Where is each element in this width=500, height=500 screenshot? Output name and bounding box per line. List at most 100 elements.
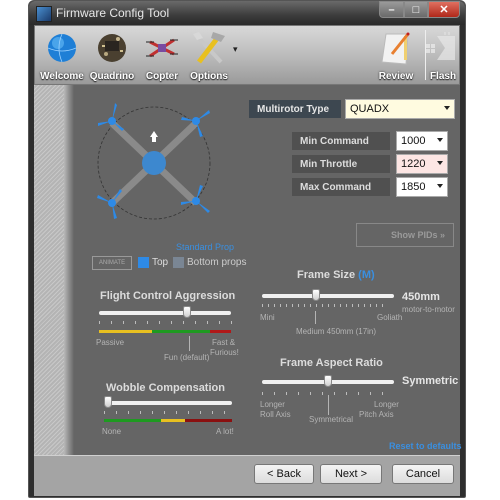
aspect-ratio-left-label-2: Roll Axis: [260, 410, 291, 419]
frame-size-title: Frame Size (M): [297, 269, 375, 281]
window-title: Firmware Config Tool: [56, 6, 170, 20]
toolbar-quadrino[interactable]: Quadrino: [87, 26, 137, 84]
frame-size-unit-link[interactable]: (M): [358, 269, 375, 281]
wobble-track[interactable]: [104, 401, 232, 405]
toolbar-label: Welcome: [40, 71, 84, 82]
frame-size-ticks: [262, 304, 388, 307]
toolbar-copter[interactable]: Copter: [139, 26, 185, 84]
main-panel: Standard Prop ANIMATE Top Bottom props M…: [34, 85, 462, 455]
min-throttle-label: Min Throttle: [292, 155, 390, 173]
back-button[interactable]: < Back: [254, 464, 314, 484]
toolbar-label: Flash: [429, 71, 457, 82]
show-pids-button[interactable]: Show PIDs »: [356, 223, 454, 247]
notepad-pencil-icon: [381, 32, 410, 65]
aspect-ratio-default-marker: [328, 395, 329, 415]
toolbar-welcome[interactable]: Welcome: [39, 26, 85, 84]
scale-red: [185, 419, 232, 422]
max-command-label: Max Command: [292, 178, 390, 196]
bottom-props-label: Bottom props: [187, 257, 247, 268]
min-command-select[interactable]: 1000: [396, 131, 448, 151]
app-icon: [36, 6, 52, 22]
flight-control-default-label: Fun (default): [164, 353, 210, 362]
top-props-swatch: [138, 257, 149, 268]
wobble-min-label: None: [102, 427, 122, 436]
scale-yellow: [99, 330, 152, 333]
frame-size-min-label: Mini: [260, 313, 275, 322]
frame-size-default-label: Medium 450mm (17in): [296, 327, 377, 336]
chevron-down-icon: [444, 106, 450, 110]
default-marker: [189, 336, 190, 351]
aspect-ratio-ticks: [262, 392, 392, 395]
wobble-ticks: [104, 411, 232, 414]
wizard-toolbar: Welcome Quadrino Copter Options ▾ Review…: [34, 25, 460, 85]
multirotor-type-select[interactable]: QUADX: [345, 99, 455, 119]
toolbar-options[interactable]: Options: [185, 26, 233, 84]
max-command-value: 1850: [401, 181, 426, 193]
top-props-label: Top: [152, 257, 169, 268]
aspect-ratio-left-label-1: Longer: [260, 400, 285, 409]
min-throttle-select[interactable]: 1220: [396, 154, 448, 174]
chevron-down-icon: [437, 161, 443, 165]
min-throttle-value: 1220: [401, 158, 426, 170]
scale-green: [152, 330, 210, 333]
reset-defaults-link[interactable]: Reset to defaults: [389, 441, 462, 451]
frame-size-max-label: Goliath: [377, 313, 403, 322]
frame-size-default-marker: [315, 311, 316, 324]
wobble-slider-thumb[interactable]: [104, 396, 112, 408]
aspect-ratio-middle-label: Symmetrical: [309, 415, 354, 424]
prop-type-link[interactable]: Standard Prop: [176, 242, 234, 252]
multirotor-type-label: Multirotor Type: [249, 100, 341, 118]
toolbar-flash[interactable]: Flash: [426, 26, 459, 84]
next-button[interactable]: Next >: [320, 464, 382, 484]
aspect-ratio-right-label-2: Pitch Axis: [359, 410, 394, 419]
chevron-down-icon: [437, 184, 443, 188]
front-arrow-icon: [150, 131, 158, 142]
maximize-button[interactable]: □: [404, 1, 428, 18]
chevron-down-icon: [437, 138, 443, 142]
aspect-ratio-value: Symmetric: [402, 375, 459, 387]
cancel-button[interactable]: Cancel: [392, 464, 454, 484]
close-icon: ✕: [439, 4, 449, 16]
toolbar-label: Options: [190, 71, 228, 82]
globe-icon: [47, 33, 77, 63]
minimize-icon: –: [388, 3, 395, 16]
max-command-select[interactable]: 1850: [396, 177, 448, 197]
flight-control-max-label-1: Fast &: [212, 338, 236, 347]
options-dropdown-icon[interactable]: ▾: [233, 44, 238, 55]
bottom-props-swatch: [173, 257, 184, 268]
flight-control-slider-thumb[interactable]: [183, 306, 192, 318]
flight-control-title: Flight Control Aggression: [100, 290, 236, 302]
wizard-footer: < Back Next > Cancel: [34, 455, 460, 496]
minimize-button[interactable]: –: [379, 1, 404, 18]
flight-control-track[interactable]: [99, 311, 231, 315]
maximize-icon: □: [412, 3, 420, 16]
quad-body: [142, 151, 166, 175]
toolbar-label: Review: [378, 71, 414, 82]
close-button[interactable]: ✕: [428, 1, 460, 18]
scale-red: [210, 330, 231, 333]
min-command-value: 1000: [401, 135, 426, 147]
circuit-board-icon: [98, 34, 126, 62]
frame-size-value: 450mm: [402, 291, 440, 303]
title-bar: Firmware Config Tool – □ ✕: [29, 1, 465, 25]
quad-diagram: [97, 103, 211, 220]
tools-icon: [193, 32, 225, 64]
toolbar-label: Copter: [145, 71, 179, 82]
aspect-ratio-slider-thumb[interactable]: [324, 375, 332, 387]
propeller-rear-left: [97, 189, 122, 219]
animate-button[interactable]: ANIMATE: [92, 256, 132, 270]
flight-control-min-label: Passive: [96, 338, 125, 347]
quadcopter-icon: [146, 38, 178, 58]
toolbar-label: Quadrino: [89, 71, 135, 82]
toolbar-review[interactable]: Review: [371, 26, 421, 84]
scale-green: [104, 419, 161, 422]
min-command-label: Min Command: [292, 132, 390, 150]
frame-size-title-text: Frame Size: [297, 269, 356, 281]
wobble-title: Wobble Compensation: [106, 382, 225, 394]
wobble-max-label: A lot!: [216, 427, 234, 436]
frame-size-slider-thumb[interactable]: [311, 289, 320, 301]
chip-flash-icon: [426, 32, 455, 60]
aspect-ratio-title: Frame Aspect Ratio: [280, 357, 383, 369]
frame-size-track[interactable]: [262, 294, 394, 298]
aspect-ratio-right-label-1: Longer: [374, 400, 399, 409]
